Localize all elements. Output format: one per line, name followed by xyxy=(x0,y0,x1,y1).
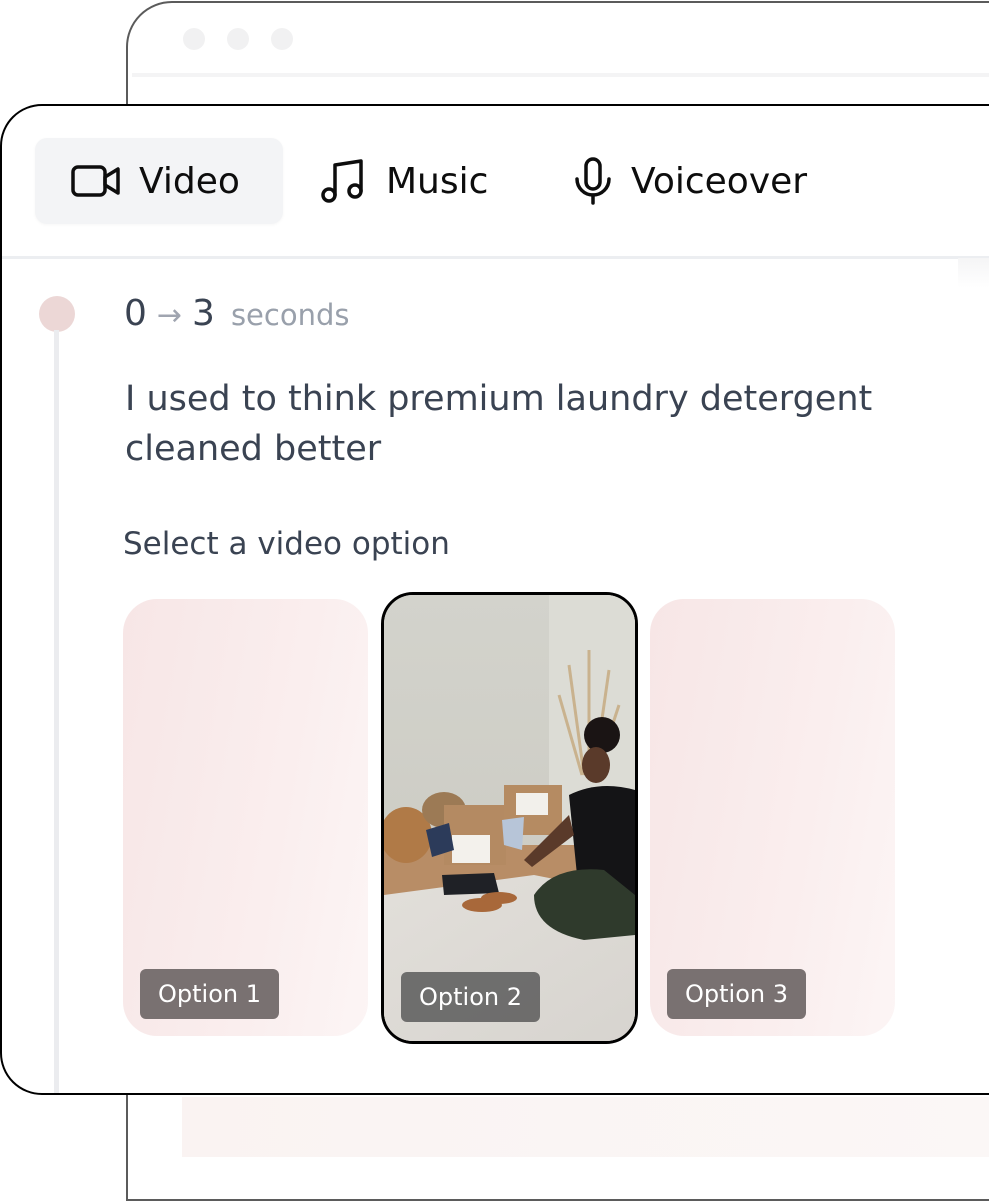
window-dot-close xyxy=(183,28,205,50)
tab-video[interactable]: Video xyxy=(35,138,283,224)
tab-video-label: Video xyxy=(139,160,240,202)
option-badge: Option 1 xyxy=(140,969,279,1019)
scroll-fade xyxy=(958,258,989,288)
window-dot-maximize xyxy=(271,28,293,50)
window-controls xyxy=(183,28,293,50)
tab-music[interactable]: Music xyxy=(320,138,488,224)
tab-music-label: Music xyxy=(386,160,489,202)
segment-unit: seconds xyxy=(230,298,350,332)
background-panel xyxy=(182,1097,989,1157)
arrow-right-icon: → xyxy=(156,298,183,333)
option-badge: Option 2 xyxy=(401,972,540,1022)
segment-end: 3 xyxy=(192,293,215,334)
window-dot-minimize xyxy=(227,28,249,50)
editor-window: Video Music Voiceover 0 → 3 seconds I us… xyxy=(0,104,989,1095)
tab-voiceover[interactable]: Voiceover xyxy=(573,138,807,224)
video-option-label: Select a video option xyxy=(123,526,450,562)
timeline-track xyxy=(54,330,59,1093)
video-option-2[interactable]: Option 2 xyxy=(381,592,638,1044)
tab-voiceover-label: Voiceover xyxy=(631,160,808,202)
segment-time-range: 0 → 3 seconds xyxy=(124,293,350,334)
segment-script: I used to think premium laundry detergen… xyxy=(125,379,873,469)
media-tabs: Video Music Voiceover xyxy=(2,106,989,259)
segment-start: 0 xyxy=(124,293,147,334)
timeline-marker xyxy=(39,296,75,332)
video-option-3[interactable]: Option 3 xyxy=(650,599,895,1036)
video-camera-icon xyxy=(71,164,121,198)
music-note-icon xyxy=(320,158,368,204)
option-badge: Option 3 xyxy=(667,969,806,1019)
titlebar-divider xyxy=(132,73,989,77)
microphone-icon xyxy=(573,157,613,205)
video-option-1[interactable]: Option 1 xyxy=(123,599,368,1036)
